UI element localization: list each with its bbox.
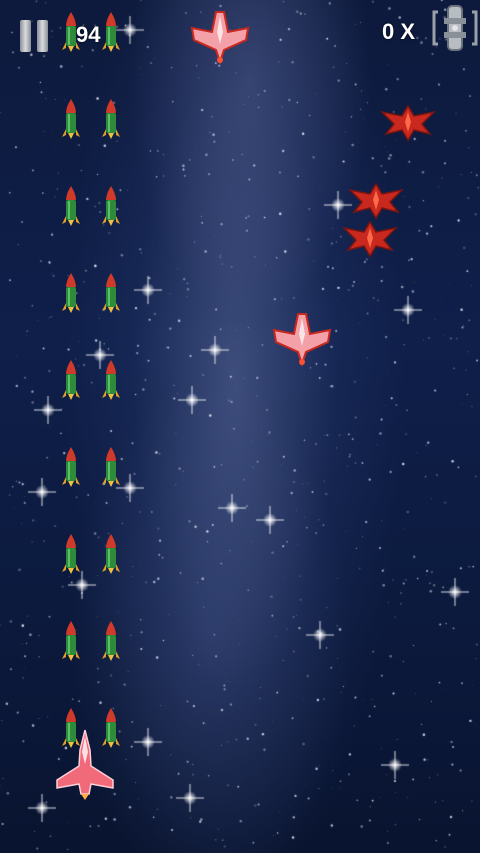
pause-button[interactable] [16,16,52,56]
missile-icon [102,12,120,52]
missile-icon [62,360,80,400]
multiplier-counter: 0 X [382,19,416,44]
missile-icon [62,186,80,226]
enemy-fighter-icon [348,182,404,220]
missile-icon [102,534,120,574]
enemy-jet-icon [190,11,250,66]
missile-icon [62,447,80,487]
missile-icon [62,273,80,313]
player-ship-icon [56,729,114,800]
missile-icon [102,360,120,400]
ship-powerup-icon[interactable] [430,2,480,54]
missile-icon [102,186,120,226]
missile-icon [102,273,120,313]
missile-icon [102,447,120,487]
score-counter: 94 [76,22,101,47]
enemy-jet-icon [272,313,332,368]
missile-icon [102,621,120,661]
enemy-fighter-icon [380,104,436,142]
enemy-fighter-icon [342,220,398,258]
missile-icon [62,534,80,574]
game-canvas[interactable]: 94 0 X [0,0,480,853]
missile-icon [62,99,80,139]
missile-icon [62,621,80,661]
missile-icon [102,99,120,139]
